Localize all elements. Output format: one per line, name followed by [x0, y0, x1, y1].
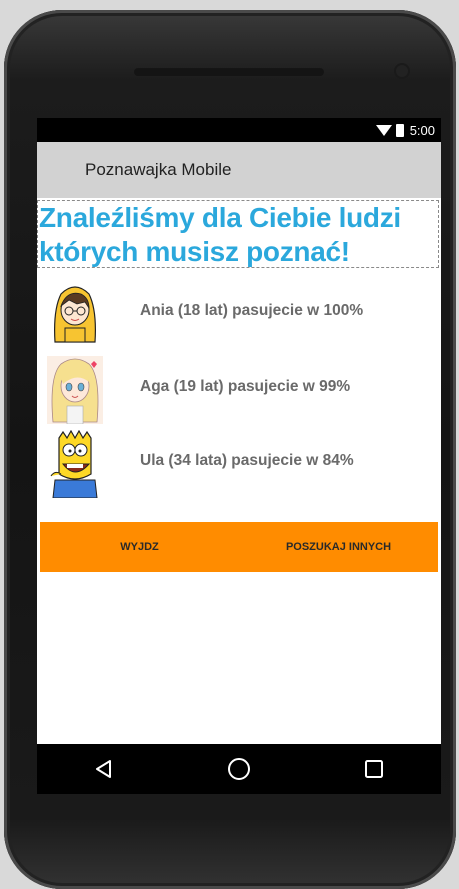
heading-line-2: których musisz poznać! [39, 236, 350, 267]
recents-icon[interactable] [354, 749, 394, 789]
action-bar: Poznawajka Mobile [37, 142, 441, 198]
match-heading: Znaleźliśmy dla Ciebie ludzi których mus… [37, 200, 439, 268]
bart-simpson-avatar [50, 430, 98, 498]
battery-icon [395, 123, 404, 137]
status-bar: 5:00 [37, 118, 441, 142]
person-label: Ula (34 lata) pasujecie w 84% [140, 452, 354, 469]
girl-blonde-avatar [47, 356, 103, 424]
person-label: Ania (18 lat) pasujecie w 100% [140, 302, 364, 319]
list-item[interactable]: Ula (34 lata) pasujecie w 84% [37, 426, 441, 500]
person-label: Aga (19 lat) pasujecie w 99% [140, 378, 351, 395]
navigation-bar [37, 744, 441, 794]
list-item[interactable]: Aga (19 lat) pasujecie w 99% [37, 352, 441, 426]
app-title: Poznawajka Mobile [85, 160, 232, 179]
list-item[interactable]: Ania (18 lat) pasujecie w 100% [37, 276, 441, 352]
earpiece [134, 68, 324, 76]
girl-yellow-hood-avatar [54, 286, 96, 343]
device-screen: 5:00 Poznawajka Mobile Znaleźliśmy dla C… [37, 118, 441, 794]
status-time: 5:00 [409, 122, 435, 138]
heading-line-1: Znaleźliśmy dla Ciebie ludzi [39, 202, 401, 233]
back-icon[interactable] [84, 749, 124, 789]
wifi-icon [375, 125, 392, 136]
search-others-button[interactable]: POSZUKAJ INNYCH [239, 522, 438, 572]
exit-button[interactable]: WYJDZ [40, 522, 239, 572]
button-bar: WYJDZ POSZUKAJ INNYCH [40, 522, 438, 572]
front-camera [396, 65, 408, 77]
home-icon[interactable] [219, 749, 259, 789]
people-list: Ania (18 lat) pasujecie w 100% Aga (19 l… [37, 276, 441, 500]
